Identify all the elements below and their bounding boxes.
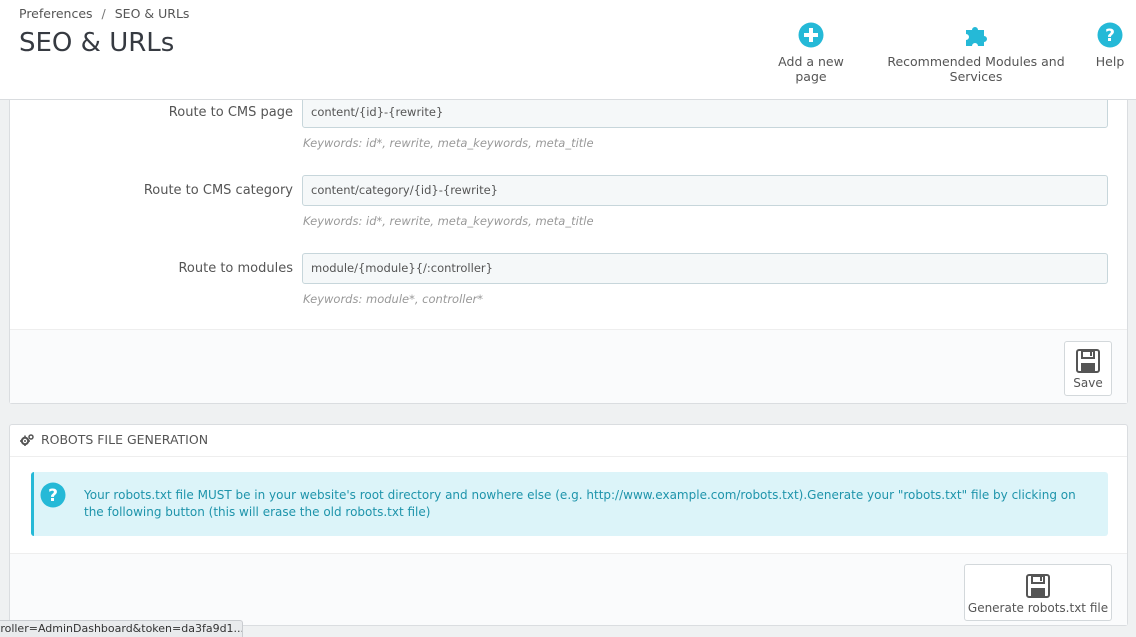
question-circle-icon: ? — [40, 482, 66, 508]
help-button[interactable]: ? Help — [1094, 22, 1126, 69]
route-cms-category-label: Route to CMS category — [143, 183, 293, 198]
routes-panel: Route to CMS page content/{id}-{rewrite}… — [9, 80, 1128, 404]
help-label: Help — [1095, 54, 1125, 69]
route-cms-category-help: Keywords: id*, rewrite, meta_keywords, m… — [303, 214, 594, 228]
save-icon — [1076, 349, 1100, 373]
svg-text:?: ? — [48, 486, 58, 506]
cogs-icon — [20, 434, 34, 446]
route-modules-help: Keywords: module*, controller* — [303, 292, 484, 306]
robots-info-text: Your robots.txt file MUST be in your web… — [84, 488, 1076, 519]
recommended-modules-label: Recommended Modules and Services — [887, 54, 1065, 84]
save-label: Save — [1073, 376, 1103, 390]
page-title: SEO & URLs — [19, 28, 175, 58]
save-icon — [1026, 574, 1050, 598]
robots-panel: ROBOTS FILE GENERATION ? Your robots.txt… — [9, 424, 1128, 626]
generate-robots-button[interactable]: Generate robots.txt file — [964, 564, 1112, 621]
route-cms-page-label: Route to CMS page — [168, 105, 293, 120]
add-new-page-label: Add a new page — [778, 54, 844, 84]
route-cms-category-input[interactable]: content/category/{id}-{rewrite} — [302, 175, 1108, 206]
robots-info-alert: ? Your robots.txt file MUST be in your w… — [31, 472, 1108, 536]
status-bar-text: troller=AdminDashboard&token=da3fa9d1... — [0, 622, 243, 635]
breadcrumb-parent[interactable]: Preferences — [19, 6, 93, 21]
route-modules-label: Route to modules — [178, 261, 293, 276]
svg-text:?: ? — [1105, 26, 1115, 46]
help-icon: ? — [1097, 22, 1123, 48]
route-modules-input[interactable]: module/{module}{/:controller} — [302, 253, 1108, 284]
route-cms-page-help: Keywords: id*, rewrite, meta_keywords, m… — [303, 136, 594, 150]
robots-panel-footer: Generate robots.txt file — [10, 553, 1127, 625]
status-bar-url: troller=AdminDashboard&token=da3fa9d1... — [0, 620, 243, 637]
routes-panel-footer: Save — [10, 329, 1127, 403]
robots-panel-heading: ROBOTS FILE GENERATION — [10, 425, 1127, 457]
recommended-modules-button[interactable]: Recommended Modules and Services — [870, 22, 1082, 84]
puzzle-icon — [966, 27, 987, 46]
breadcrumb-current: SEO & URLs — [114, 6, 190, 21]
add-new-page-button[interactable]: Add a new page — [766, 22, 856, 84]
page-header: Preferences / SEO & URLs SEO & URLs Add a … — [0, 0, 1136, 100]
robots-heading-text: ROBOTS FILE GENERATION — [40, 432, 209, 447]
route-cms-page-input[interactable]: content/{id}-{rewrite} — [302, 97, 1108, 128]
breadcrumb: Preferences / SEO & URLs — [19, 6, 189, 21]
generate-robots-label: Generate robots.txt file — [967, 601, 1109, 615]
breadcrumb-separator: / — [101, 6, 106, 21]
plus-circle-icon — [798, 22, 824, 48]
save-button[interactable]: Save — [1064, 341, 1112, 396]
